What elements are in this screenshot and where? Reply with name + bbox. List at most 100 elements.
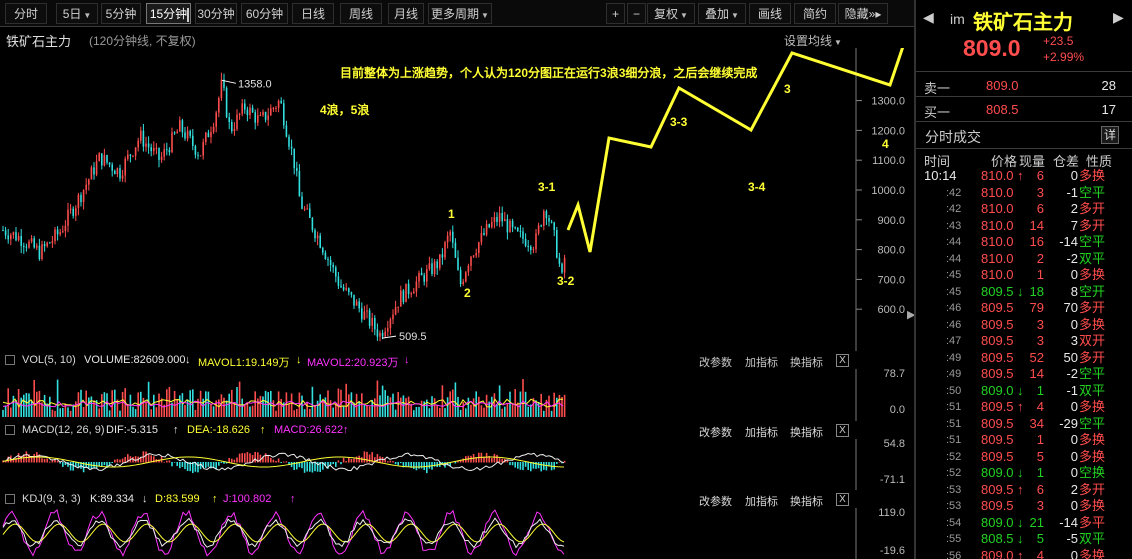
next-symbol-icon[interactable]: ▶ xyxy=(1113,9,1124,26)
collapse-handle-icon[interactable]: ▶ xyxy=(907,305,915,325)
period-button-label: 分时 xyxy=(13,7,38,21)
candle-body xyxy=(280,100,282,104)
volume-bar xyxy=(249,406,251,417)
volume-bar xyxy=(431,396,433,417)
macd-add-indicator-button[interactable]: 加指标 xyxy=(745,424,778,440)
vol-swap-indicator-button[interactable]: 换指标 xyxy=(790,354,823,370)
arrow-down-icon: ↓ xyxy=(296,354,302,366)
period-button[interactable]: 5分钟 xyxy=(101,3,141,24)
tick-type: 空换 xyxy=(1079,465,1106,480)
period-button[interactable]: 日线 xyxy=(292,3,334,24)
candle-body xyxy=(553,222,555,231)
tool-button[interactable]: 复权 ▼ xyxy=(647,3,695,24)
candle-body xyxy=(93,167,95,175)
kdj-add-indicator-button[interactable]: 加指标 xyxy=(745,493,778,509)
macd-change-params-button[interactable]: 改参数 xyxy=(699,424,732,440)
period-button[interactable]: 30分钟 xyxy=(195,3,237,24)
volume-bar xyxy=(306,401,308,417)
macd-close-icon[interactable]: X xyxy=(836,424,849,437)
period-button[interactable]: 分时 xyxy=(5,3,47,24)
macd-panel-toggle[interactable] xyxy=(5,425,15,435)
volume-bar xyxy=(413,410,415,417)
period-button[interactable]: 月线 xyxy=(388,3,424,24)
kdj-panel-toggle[interactable] xyxy=(5,494,15,504)
candle-body xyxy=(267,115,269,120)
macd-bar xyxy=(350,459,353,463)
candle-body xyxy=(147,143,150,148)
volume-bar xyxy=(387,395,389,417)
tick-oi-change: 0 xyxy=(1070,267,1078,282)
kline-chart[interactable]: 1300.0 1200.0 1100.0 1000.0 900.0 800.0 700.0 6… xyxy=(0,48,914,351)
tool-button[interactable]: 叠加 ▼ xyxy=(698,3,746,24)
set-ma-button[interactable]: 设置均线 ▼ xyxy=(784,32,842,49)
tick-price: 809.5 xyxy=(981,349,1014,365)
vol-close-icon[interactable]: X xyxy=(836,354,849,367)
volume-bar xyxy=(290,393,293,417)
macd-swap-indicator-button[interactable]: 换指标 xyxy=(790,424,823,440)
wave-label: 2 xyxy=(464,286,471,300)
candle-body xyxy=(519,231,522,233)
tick-volume: 3 xyxy=(1036,316,1044,332)
candle-body xyxy=(446,235,449,243)
tool-button[interactable]: 简约 xyxy=(794,3,836,24)
macd-bar xyxy=(340,462,342,465)
volume-bar xyxy=(90,396,93,417)
volume-bar xyxy=(446,397,449,417)
candle-body xyxy=(36,245,38,248)
vol-add-indicator-button[interactable]: 加指标 xyxy=(745,354,778,370)
tick-time: :43 xyxy=(946,219,962,232)
volume-bar xyxy=(43,394,46,417)
volume-bar xyxy=(12,395,15,417)
tick-type: 多换 xyxy=(1079,547,1106,559)
candle-body xyxy=(498,213,501,222)
candle-body xyxy=(82,189,85,203)
macd-bar xyxy=(524,462,527,467)
candle-body xyxy=(275,107,277,109)
tool-button[interactable]: − xyxy=(627,3,646,24)
volume-bar xyxy=(394,409,397,417)
candle-body xyxy=(501,213,503,222)
vol-panel-toggle[interactable] xyxy=(5,355,15,365)
arrow-up-icon: ↑ xyxy=(343,424,349,436)
period-button[interactable]: 更多周期 ▼ xyxy=(428,3,492,24)
candle-body xyxy=(392,314,394,320)
tool-button[interactable]: 画线 xyxy=(749,3,791,24)
detail-button[interactable]: 详 xyxy=(1101,126,1119,144)
candle-body xyxy=(7,235,9,240)
period-button[interactable]: 周线 xyxy=(340,3,382,24)
kdj-close-icon[interactable]: X xyxy=(836,493,849,506)
candle-body xyxy=(543,211,545,226)
candle-body xyxy=(28,241,30,248)
price-axis-label: 600.0 xyxy=(877,304,905,316)
tool-button[interactable]: 隐藏»▸ xyxy=(838,3,888,24)
candle-body xyxy=(238,113,241,115)
candle-body xyxy=(10,235,12,240)
period-button[interactable]: 15分钟 xyxy=(146,3,191,24)
kdj-change-params-button[interactable]: 改参数 xyxy=(699,493,732,509)
volume-bar xyxy=(400,397,402,417)
period-button[interactable]: 60分钟 xyxy=(241,3,288,24)
vol-change-params-button[interactable]: 改参数 xyxy=(699,354,732,370)
kdj-swap-indicator-button[interactable]: 换指标 xyxy=(790,493,823,509)
prev-symbol-icon[interactable]: ◀ xyxy=(923,9,934,26)
candle-body xyxy=(491,221,493,228)
candle-body xyxy=(314,230,316,239)
macd-panel-header: MACD(12, 26, 9) DIF:-5.315 ↑ DEA:-18.626… xyxy=(0,422,856,439)
candle-body xyxy=(4,230,7,236)
volume-bar xyxy=(51,409,54,417)
tick-price: 809.0 xyxy=(981,382,1014,398)
volume-bar xyxy=(480,405,483,417)
vol-axis-label: 78.7 xyxy=(884,369,905,380)
volume-bar xyxy=(2,409,4,417)
candle-body xyxy=(150,147,152,152)
period-toolbar: 分时 5日 ▼ 5分钟 15分钟 30分钟 60分钟 日线 周线 月线 更多周期 ▼ + − 复权 ▼ 叠加 ▼… xyxy=(0,0,914,27)
chevron-down-icon: ▼ xyxy=(481,11,489,20)
candle-body xyxy=(376,329,379,337)
candle-body xyxy=(64,225,67,232)
candle-body xyxy=(254,112,256,123)
candle-body xyxy=(218,98,220,113)
period-button[interactable]: 5日 ▼ xyxy=(56,3,98,24)
wave-label: 3-4 xyxy=(748,180,766,194)
tool-button[interactable]: + xyxy=(606,3,625,24)
volume-bar xyxy=(296,408,298,417)
